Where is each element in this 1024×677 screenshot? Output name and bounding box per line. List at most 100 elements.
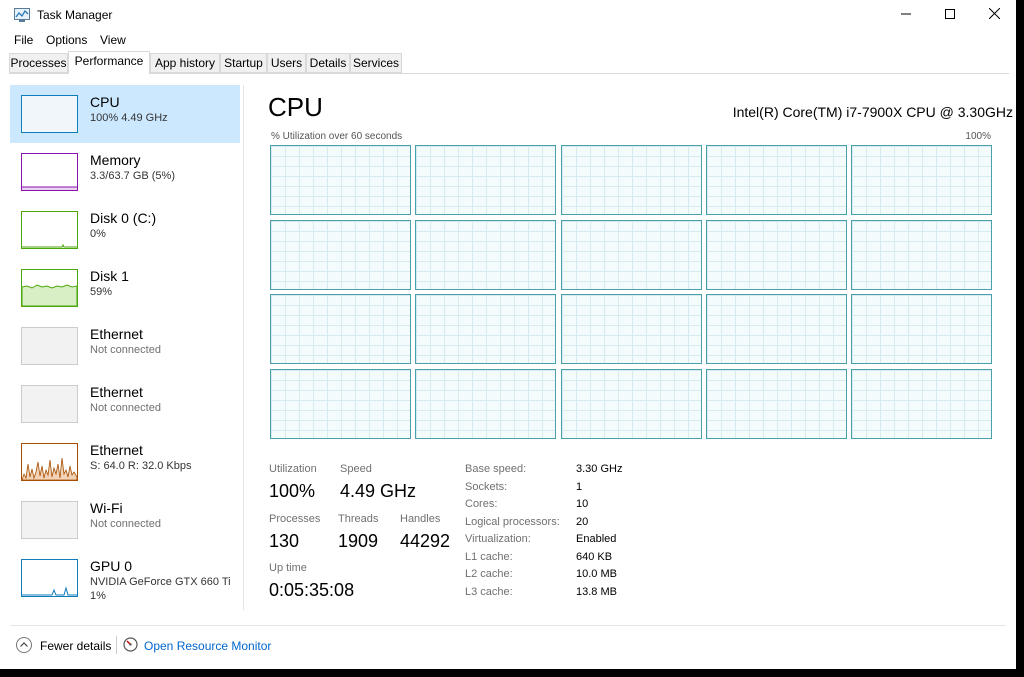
cpu-thumbnail-graph — [21, 95, 78, 133]
resource-sidebar: CPU 100% 4.49 GHz Memory 3.3/63.7 GB (5%… — [10, 85, 241, 610]
logical-processor-graph — [560, 219, 702, 290]
logical-processor-graph — [705, 145, 847, 215]
sidebar-item-label: Ethernet — [90, 442, 143, 458]
sidebar-item-gpu-0[interactable]: GPU 0 NVIDIA GeForce GTX 660 Ti 1% — [10, 549, 240, 607]
sidebar-item-value: 59% — [90, 286, 113, 298]
sockets-value: 1 — [576, 481, 583, 493]
open-resource-monitor-link[interactable]: Open Resource Monitor — [144, 639, 271, 653]
sidebar-item-ethernet-3[interactable]: Ethernet S: 64.0 R: 32.0 Kbps — [10, 433, 240, 491]
logical-processor-graph — [851, 369, 992, 440]
tab-divider — [9, 73, 1009, 74]
sidebar-item-label: Disk 1 — [90, 268, 129, 284]
logical-processor-graph — [560, 294, 702, 365]
sockets-label: Sockets: — [465, 481, 508, 493]
logical-processors-label: Logical processors: — [465, 516, 560, 528]
sidebar-item-label: Disk 0 (C:) — [90, 210, 157, 226]
footer-divider — [10, 625, 1006, 626]
tab-details[interactable]: Details — [306, 53, 350, 73]
sidebar-item-value: 3.3/63.7 GB (5%) — [90, 170, 175, 182]
logical-processor-graphs — [270, 145, 992, 440]
fewer-details-toggle[interactable] — [16, 637, 32, 653]
footer-separator — [116, 636, 117, 654]
base-speed-value: 3.30 GHz — [576, 463, 623, 475]
sidebar-item-cpu[interactable]: CPU 100% 4.49 GHz — [10, 85, 240, 143]
sidebar-item-label: Ethernet — [90, 384, 143, 400]
sidebar-item-ethernet-1[interactable]: Ethernet Not connected — [10, 317, 240, 375]
logical-processor-graph — [270, 219, 411, 290]
tab-services[interactable]: Services — [350, 53, 402, 73]
logical-processor-graph — [415, 219, 557, 290]
ethernet-2-thumbnail-graph — [21, 385, 78, 423]
processes-value: 130 — [269, 531, 300, 551]
wifi-thumbnail-graph — [21, 501, 78, 539]
task-manager-window: Task Manager File Options View Processes… — [0, 0, 1016, 669]
logical-processor-graph — [270, 294, 411, 365]
page-title: CPU — [268, 92, 323, 122]
sidebar-item-ethernet-2[interactable]: Ethernet Not connected — [10, 375, 240, 433]
logical-processor-graph — [705, 294, 847, 365]
tab-users[interactable]: Users — [267, 53, 306, 73]
logical-processors-value: 20 — [576, 516, 589, 528]
sidebar-item-value: Not connected — [90, 402, 161, 414]
l1-cache-value: 640 KB — [576, 551, 613, 563]
tab-processes[interactable]: Processes — [9, 53, 68, 73]
utilization-label: Utilization — [269, 463, 317, 475]
processes-label: Processes — [269, 513, 321, 525]
speed-value: 4.49 GHz — [340, 481, 417, 501]
close-button[interactable] — [972, 0, 1016, 30]
sidebar-item-value: S: 64.0 R: 32.0 Kbps — [90, 460, 192, 472]
tab-app-history[interactable]: App history — [150, 53, 220, 73]
sidebar-item-value: Not connected — [90, 344, 161, 356]
sidebar-item-value: NVIDIA GeForce GTX 660 Ti — [90, 576, 231, 588]
virtualization-label: Virtualization: — [465, 533, 531, 545]
sidebar-item-value: 0% — [90, 228, 106, 240]
sidebar-item-label: GPU 0 — [90, 558, 133, 574]
logical-processor-graph — [270, 369, 411, 440]
title-bar[interactable]: Task Manager — [0, 0, 1016, 30]
ethernet-1-thumbnail-graph — [21, 327, 78, 365]
maximize-button[interactable] — [928, 0, 972, 30]
sidebar-item-value-2: 1% — [90, 590, 106, 602]
minimize-button[interactable] — [884, 0, 928, 30]
logical-processor-graph — [705, 369, 847, 440]
maximize-icon — [945, 8, 955, 22]
close-icon — [988, 7, 1000, 22]
tab-startup[interactable]: Startup — [220, 53, 267, 73]
sidebar-item-value: 100% 4.49 GHz — [90, 112, 168, 124]
menu-file[interactable]: File — [14, 33, 33, 47]
disk-0-thumbnail-graph — [21, 211, 78, 249]
cores-label: Cores: — [465, 498, 498, 510]
sidebar-item-memory[interactable]: Memory 3.3/63.7 GB (5%) — [10, 143, 240, 201]
memory-thumbnail-graph — [21, 153, 78, 191]
utilization-value: 100% — [269, 481, 316, 501]
footer: Fewer details Open Resource Monitor — [0, 633, 1016, 657]
resource-monitor-icon — [123, 637, 138, 652]
l2-cache-value: 10.0 MB — [576, 568, 617, 580]
sidebar-item-disk-1[interactable]: Disk 1 59% — [10, 259, 240, 317]
sidebar-item-label: CPU — [90, 94, 120, 110]
sidebar-item-label: Memory — [90, 152, 141, 168]
logical-processor-graph — [415, 369, 557, 440]
l2-cache-label: L2 cache: — [465, 568, 513, 580]
threads-label: Threads — [338, 513, 379, 525]
virtualization-value: Enabled — [576, 533, 617, 545]
window-title: Task Manager — [37, 8, 113, 22]
graph-max-label: 100% — [965, 131, 991, 142]
sidebar-item-wifi[interactable]: Wi-Fi Not connected — [10, 491, 240, 549]
fewer-details-link[interactable]: Fewer details — [40, 639, 111, 653]
base-speed-label: Base speed: — [465, 463, 527, 475]
logical-processor-graph — [415, 145, 557, 215]
menu-view[interactable]: View — [100, 33, 126, 47]
tab-performance[interactable]: Performance — [68, 51, 150, 74]
menu-options[interactable]: Options — [46, 33, 87, 47]
sidebar-item-disk-0[interactable]: Disk 0 (C:) 0% — [10, 201, 240, 259]
sidebar-item-value: Not connected — [90, 518, 161, 530]
uptime-value: 0:05:35:08 — [269, 580, 355, 600]
logical-processor-graph — [851, 145, 992, 215]
l3-cache-label: L3 cache: — [465, 586, 513, 598]
sidebar-item-label: Ethernet — [90, 326, 143, 342]
handles-value: 44292 — [400, 531, 451, 551]
menu-bar: File Options View — [0, 30, 1016, 50]
cores-value: 10 — [576, 498, 589, 510]
disk-1-thumbnail-graph — [21, 269, 78, 307]
